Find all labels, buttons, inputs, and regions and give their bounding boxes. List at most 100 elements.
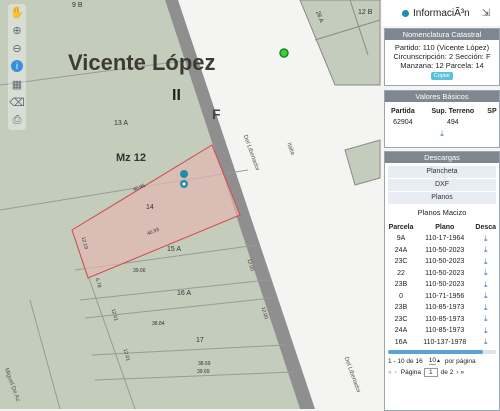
parcel-label: 16 A	[177, 290, 192, 297]
copy-button[interactable]: Copiar	[430, 72, 454, 80]
plano-cell: 110-50-2023	[425, 246, 465, 254]
locality-label: Vicente López	[68, 50, 216, 75]
dxf-item[interactable]: DXF	[388, 179, 496, 192]
nomenclatura-heading: Nomenclatura Catastral	[385, 29, 499, 40]
parcel-label: 15 A	[167, 246, 182, 253]
download-icon[interactable]: ⤓	[472, 279, 499, 291]
parcela-cell: 23B	[394, 281, 408, 289]
column-header: Plano	[435, 223, 455, 231]
nomenclatura-line: Partido: 110 (Vicente López)	[394, 43, 490, 52]
parcela-cell: 23B	[394, 304, 408, 312]
dimension-label: 39.66	[133, 268, 146, 274]
plano-cell: 110-71-1956	[425, 292, 465, 300]
page-input[interactable]: 1	[424, 368, 438, 377]
plancheta-item[interactable]: Plancheta	[388, 166, 496, 179]
measure-icon[interactable]: ▦	[8, 76, 26, 92]
page-size-select[interactable]: 10	[428, 357, 436, 365]
parcel-label: 17	[196, 337, 204, 344]
planos-item[interactable]: Planos	[388, 192, 496, 205]
parcela-cell: 16A	[394, 338, 408, 346]
parcela-cell: 22	[397, 269, 405, 277]
parcela-cell: 9A	[396, 235, 406, 243]
parcela-cell: 0	[399, 292, 403, 300]
descargas-heading: Descargas	[385, 152, 499, 163]
section-letter-label: F	[212, 106, 221, 122]
section-numeral-label: II	[172, 87, 181, 104]
parcela-cell: 24A	[394, 327, 408, 335]
table-row[interactable]: 16A 110-137-1978 ⤓	[385, 337, 499, 349]
download-icon[interactable]: ⤓	[472, 337, 499, 349]
print-icon[interactable]: ⎙	[8, 112, 26, 128]
plano-cell: 110-50-2023	[425, 281, 465, 289]
nomenclatura-line: Circunscripción: 2 Sección: F	[393, 52, 491, 61]
nomenclatura-line: Manzana: 12 Parcela: 14	[400, 61, 484, 70]
table-row[interactable]: 9A 110-17-1964 ⤓	[385, 233, 499, 245]
download-icon[interactable]: ⤓	[472, 291, 499, 303]
zoom-in-icon[interactable]: ⊕	[8, 22, 26, 38]
planos-macizo-heading: Planos Macizo	[385, 207, 499, 219]
parcela-cell: 23C	[394, 315, 408, 323]
horizontal-scrollbar[interactable]	[388, 350, 496, 354]
valores-table: Partida Sup. Terreno SP 62904 494	[385, 108, 499, 129]
last-page-icon[interactable]: »	[461, 369, 465, 376]
column-header: Sup. Terreno	[431, 108, 475, 115]
info-icon[interactable]: i	[8, 58, 26, 74]
partida-value: 62904	[393, 118, 413, 126]
plano-cell: 110-50-2023	[425, 258, 465, 266]
info-pin-icon	[402, 9, 409, 17]
map-toolbar: ✋ ⊕ ⊖ i ▦ ⌫ ⎙	[8, 4, 26, 130]
table-row[interactable]: 23B 110-50-2023 ⤓	[385, 279, 499, 291]
column-header: SP	[487, 108, 497, 115]
download-icon[interactable]: ⤓	[472, 302, 499, 314]
parcel-label: 9 B	[72, 2, 83, 9]
first-page-icon[interactable]: «	[388, 369, 392, 376]
per-page-label: por página	[444, 357, 476, 365]
plano-cell: 110-85-1973	[425, 304, 465, 312]
hand-icon[interactable]: ✋	[8, 4, 26, 20]
download-icon[interactable]: ⤓	[472, 314, 499, 326]
download-icon[interactable]: ⤓	[385, 129, 499, 139]
parcela-cell: 23C	[394, 258, 408, 266]
table-row[interactable]: 23C 110-85-1973 ⤓	[385, 314, 499, 326]
dimension-label: 38.84	[152, 321, 165, 327]
superficie-value: 494	[446, 118, 459, 126]
plano-cell: 110-50-2023	[425, 269, 465, 277]
download-icon[interactable]: ⤓	[472, 256, 499, 268]
collapse-panel-icon[interactable]: ⇲	[482, 8, 490, 19]
download-icon[interactable]: ⤓	[472, 325, 499, 337]
table-row[interactable]: 22 110-50-2023 ⤓	[385, 268, 499, 280]
info-panel: InformaciÃ³n ⇲ Nomenclatura Catastral Pa…	[382, 0, 500, 411]
table-row[interactable]: 0 110-71-1956 ⤓	[385, 291, 499, 303]
valores-box: Valores Básicos Partida Sup. Terreno SP …	[384, 90, 500, 148]
dimension-label: 38.69	[198, 361, 211, 367]
next-page-icon[interactable]: ›	[456, 369, 458, 376]
parcel-label: 14	[146, 204, 154, 211]
parcela-cell: 24A	[394, 246, 408, 254]
page-size-caret-icon[interactable]: ▲	[436, 358, 441, 364]
table-row[interactable]: 23C 110-50-2023 ⤓	[385, 256, 499, 268]
parcel-label: 12 B	[358, 9, 373, 16]
block-label: Mz 12	[116, 152, 146, 164]
plano-cell: 110-85-1973	[425, 327, 465, 335]
table-row[interactable]: 23B 110-85-1973 ⤓	[385, 302, 499, 314]
planos-table: Parcela Plano Desca 9A 110-17-1964 ⤓ 24A 11…	[385, 221, 499, 348]
column-header: Parcela	[388, 223, 414, 231]
parcel-label: 13 A	[114, 120, 129, 127]
plano-cell: 110-137-1978	[423, 338, 467, 346]
prev-page-icon[interactable]: ‹	[395, 369, 397, 376]
clear-icon[interactable]: ⌫	[8, 94, 26, 110]
download-icon[interactable]: ⤓	[472, 268, 499, 280]
valores-heading: Valores Básicos	[385, 91, 499, 102]
nomenclatura-box: Nomenclatura Catastral Partido: 110 (Vic…	[384, 28, 500, 86]
dimension-label: 39.69	[197, 369, 210, 375]
location-marker-icon[interactable]	[279, 48, 289, 58]
table-row[interactable]: 24A 110-85-1973 ⤓	[385, 325, 499, 337]
download-icon[interactable]: ⤓	[472, 233, 499, 245]
plano-cell: 110-17-1964	[425, 235, 465, 243]
panel-header: InformaciÃ³n ⇲	[382, 0, 500, 26]
of-pages-label: de 2	[440, 369, 454, 376]
download-icon[interactable]: ⤓	[472, 245, 499, 257]
table-row[interactable]: 24A 110-50-2023 ⤓	[385, 245, 499, 257]
zoom-out-icon[interactable]: ⊖	[8, 40, 26, 56]
sp-value	[485, 115, 499, 129]
